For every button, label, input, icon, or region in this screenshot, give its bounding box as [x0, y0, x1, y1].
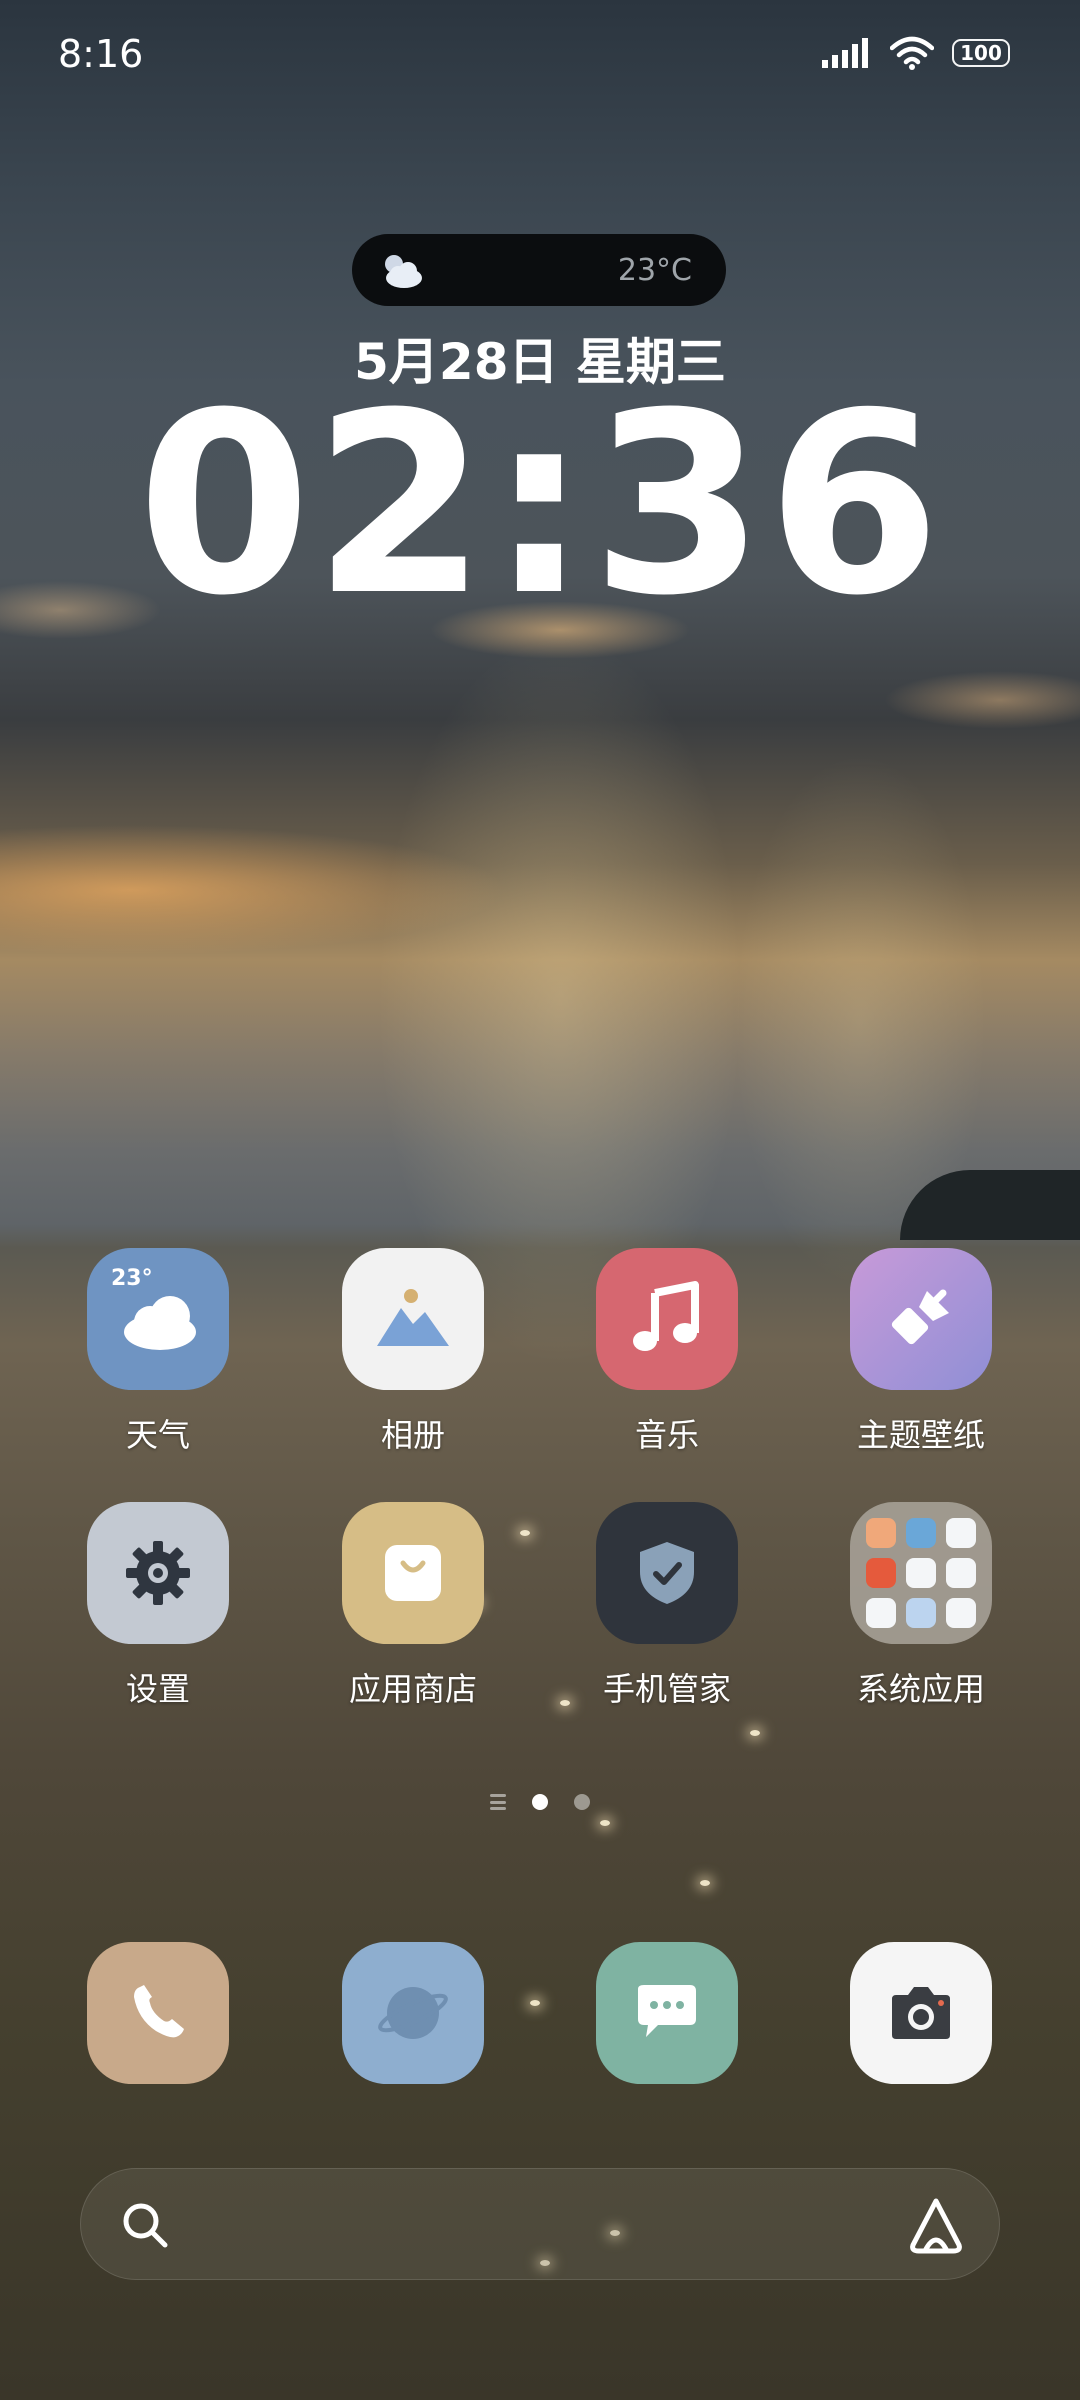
- app-label: 系统应用: [856, 1670, 985, 1708]
- assistant-icon[interactable]: [905, 2195, 967, 2255]
- app-themes[interactable]: 主题壁纸: [821, 1248, 1021, 1456]
- page-dot-active[interactable]: [532, 1794, 548, 1810]
- app-security[interactable]: 手机管家: [567, 1502, 767, 1710]
- app-folder-system[interactable]: 系统应用: [821, 1502, 1021, 1710]
- battery-icon: 100: [952, 39, 1010, 67]
- app-label: 天气: [125, 1416, 190, 1454]
- cloudy-sun-icon: [385, 255, 422, 288]
- dock-camera[interactable]: [821, 1942, 1021, 2084]
- app-store-icon: [342, 1502, 484, 1644]
- search-icon: [123, 2203, 168, 2248]
- clock[interactable]: 02:36: [0, 380, 1080, 630]
- app-music[interactable]: 音乐: [567, 1248, 767, 1456]
- messages-icon: [596, 1942, 738, 2084]
- browser-icon: [342, 1942, 484, 2084]
- weather-icon: 23°: [87, 1248, 229, 1390]
- app-label: 应用商店: [348, 1670, 477, 1708]
- dock-browser[interactable]: [313, 1942, 513, 2084]
- app-weather[interactable]: 23° 天气: [58, 1248, 258, 1456]
- dock-phone[interactable]: [58, 1942, 258, 2084]
- page-indicator: [0, 1794, 1080, 1810]
- app-store[interactable]: 应用商店: [313, 1502, 513, 1710]
- search-bar[interactable]: [80, 2168, 1000, 2280]
- status-time: 8:16: [58, 32, 144, 76]
- gallery-icon: [342, 1248, 484, 1390]
- phone-icon: [87, 1942, 229, 2084]
- app-settings[interactable]: 设置: [58, 1502, 258, 1710]
- minus-one-screen-icon[interactable]: [490, 1794, 506, 1810]
- weather-badge: 23°: [111, 1266, 153, 1291]
- weather-temperature: 23°C: [617, 252, 692, 288]
- themes-icon: [850, 1248, 992, 1390]
- music-icon: [596, 1248, 738, 1390]
- battery-level: 100: [960, 41, 1002, 65]
- app-label: 设置: [125, 1670, 190, 1708]
- weather-pill[interactable]: 23°C: [352, 234, 726, 306]
- signal-icon: [822, 38, 868, 68]
- app-gallery[interactable]: 相册: [313, 1248, 513, 1456]
- dock-messages[interactable]: [567, 1942, 767, 2084]
- app-label: 音乐: [634, 1416, 699, 1454]
- page-dot[interactable]: [574, 1794, 590, 1810]
- settings-icon: [87, 1502, 229, 1644]
- status-icons: 100: [822, 36, 1010, 70]
- app-label: 手机管家: [602, 1670, 731, 1708]
- camera-icon: [850, 1942, 992, 2084]
- app-label: 主题壁纸: [856, 1416, 985, 1454]
- status-bar: 8:16 100: [0, 0, 1080, 110]
- app-label: 相册: [380, 1416, 445, 1454]
- wifi-icon: [890, 36, 934, 70]
- folder-icon: [850, 1502, 992, 1644]
- security-icon: [596, 1502, 738, 1644]
